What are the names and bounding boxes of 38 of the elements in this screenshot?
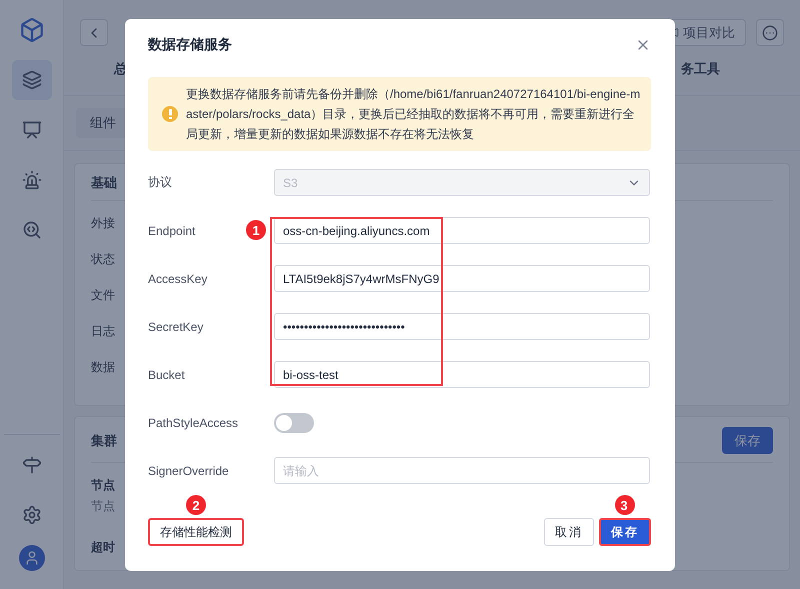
dialog-title: 数据存储服务 [148, 36, 232, 54]
field-label: SignerOverride [148, 464, 229, 478]
setting-label: 文件 [91, 287, 115, 304]
settings-icon[interactable] [22, 505, 42, 525]
input-field[interactable]: LTAI5t9ek8jS7y4wrMsFNyG9 [274, 265, 650, 292]
more-icon [762, 24, 778, 40]
input-field[interactable]: 请输入 [274, 457, 650, 484]
field-label: AccessKey [148, 272, 208, 286]
tab[interactable]: 务工具 [681, 60, 720, 95]
step-badge: 2 [186, 495, 206, 515]
more-button[interactable] [756, 19, 784, 46]
card-title: 集群 [91, 432, 117, 450]
setting-label: 状态 [91, 251, 115, 268]
warning-icon [162, 106, 178, 122]
cancel-button[interactable]: 取消 [544, 518, 594, 546]
setting-label: 超时 [91, 539, 115, 556]
step-badge: 1 [246, 220, 266, 240]
field-label: 协议 [148, 175, 172, 189]
input-field[interactable]: bi-oss-test [274, 361, 650, 388]
input-field[interactable]: oss-cn-beijing.aliyuncs.com [274, 217, 650, 244]
signpost-icon[interactable] [22, 455, 42, 475]
field-label: SecretKey [148, 320, 204, 334]
field-label: PathStyleAccess [148, 416, 238, 430]
input-field[interactable]: ••••••••••••••••••••••••••••• [274, 313, 650, 340]
user-avatar[interactable] [18, 545, 44, 571]
warning-text: 更换数据存储服务前请先备份并删除（/home/bi61/fanruan240727164101/bi-engine-master/polars/rocks_data）目录，更换后已经抽取的数据将不再可用，需要重新进行全局更新，增量更新的数据如果源数据不存在将无法恢复 [186, 86, 641, 143]
setting-note: 节点 [91, 498, 115, 515]
card-title: 基础 [91, 174, 117, 192]
setting-label: 日志 [91, 323, 115, 340]
field-label: Bucket [148, 368, 185, 382]
setting-label: 数据 [91, 359, 115, 376]
toggle-switch[interactable] [274, 412, 314, 432]
tab[interactable]: 总 [114, 60, 127, 95]
step-badge: 3 [615, 495, 635, 515]
layers-icon[interactable] [12, 60, 52, 100]
setting-label: 节点 [91, 477, 115, 494]
field-label: Endpoint [148, 224, 196, 238]
setting-label: 外接 [91, 215, 115, 232]
